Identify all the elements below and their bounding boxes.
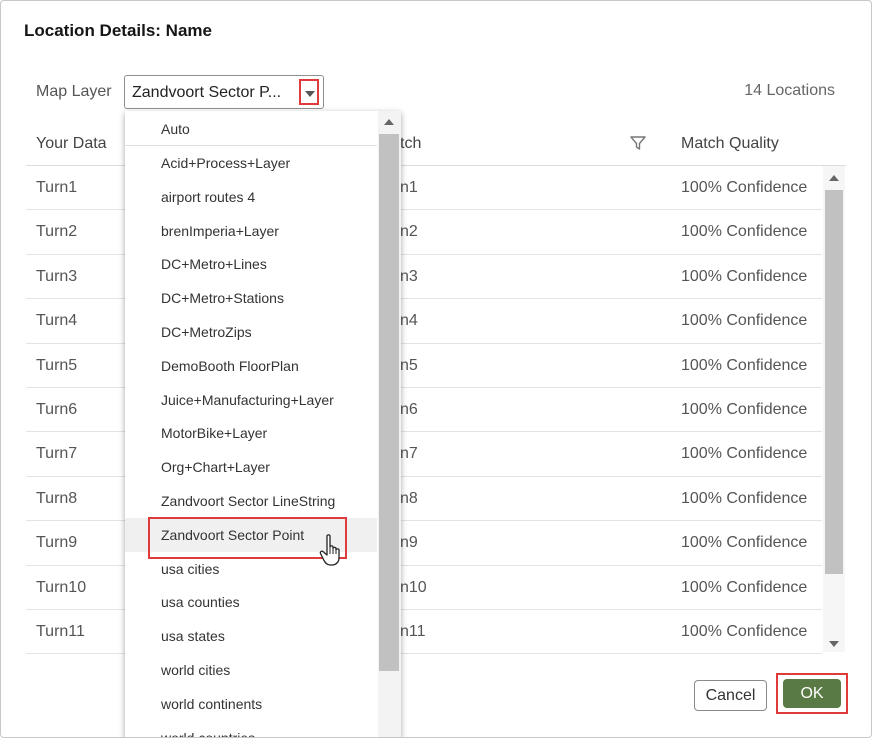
cell-match: n1 [400, 179, 418, 196]
cell-match: n11 [400, 622, 426, 640]
dropdown-option-label: usa states [161, 628, 225, 645]
location-details-dialog: Location Details: Name Map Layer Zandvoo… [0, 0, 872, 738]
dropdown-option[interactable]: world countries [125, 721, 377, 738]
filter-icon[interactable] [630, 135, 646, 151]
cell-your-data: Turn9 [36, 534, 78, 552]
cell-match-quality: 100% Confidence [681, 312, 808, 330]
dropdown-option-label: world cities [161, 661, 231, 678]
cell-your-data: Turn7 [36, 445, 78, 463]
dropdown-option[interactable]: Org+Chart+Layer [125, 450, 377, 484]
cell-match-quality: 100% Confidence [681, 179, 808, 196]
dropdown-option-label: DemoBooth FloorPlan [161, 357, 299, 374]
cell-match: n7 [400, 445, 418, 463]
cell-your-data: Turn8 [36, 489, 78, 507]
cell-match: n3 [400, 267, 418, 285]
cell-your-data: Turn6 [36, 400, 78, 418]
map-layer-value: Zandvoort Sector P... [132, 84, 282, 101]
cell-your-data: Turn3 [36, 267, 78, 285]
map-layer-dropdown: Auto Acid+Process+Layer airport routes 4 br… [125, 111, 401, 738]
dropdown-option[interactable]: DC+MetroZips [125, 315, 377, 349]
ok-button[interactable]: OK [783, 679, 841, 708]
dropdown-option[interactable]: brenImperia+Layer [125, 214, 377, 248]
dropdown-option-label: Auto [161, 121, 190, 137]
dropdown-option[interactable]: usa counties [125, 585, 377, 619]
cell-match-quality: 100% Confidence [681, 267, 808, 285]
dropdown-option-label: usa cities [161, 560, 220, 577]
dropdown-option-label: world countries [161, 729, 256, 738]
hand-pointer-icon [319, 534, 340, 566]
dropdown-option-label: MotorBike+Layer [161, 425, 268, 442]
dropdown-option-label: usa counties [161, 594, 240, 611]
scrollbar-thumb[interactable] [379, 134, 399, 671]
dropdown-option-label: world continents [161, 695, 263, 712]
dropdown-option-label: Zandvoort Sector LineString [161, 492, 336, 509]
cell-your-data: Turn10 [36, 578, 87, 596]
dropdown-option-label: Org+Chart+Layer [161, 459, 270, 476]
cell-match-quality: 100% Confidence [681, 534, 808, 552]
scrollbar-thumb[interactable] [825, 190, 843, 574]
cell-match: n8 [400, 489, 418, 507]
cell-your-data: Turn11 [36, 622, 85, 640]
column-match-quality[interactable]: Match Quality [681, 135, 779, 153]
cell-match: n9 [400, 534, 418, 552]
cell-match-quality: 100% Confidence [681, 400, 808, 418]
dropdown-option-label: Acid+Process+Layer [161, 155, 291, 171]
cell-your-data: Turn1 [36, 179, 78, 196]
dropdown-option-label: brenImperia+Layer [161, 222, 279, 239]
locations-count: 14 Locations [744, 82, 835, 99]
cell-match: n10 [400, 578, 427, 596]
dropdown-option[interactable]: DC+Metro+Stations [125, 281, 377, 315]
dropdown-option[interactable]: world continents [125, 687, 377, 721]
dropdown-option-label: DC+Metro+Lines [161, 256, 267, 273]
cell-match: n4 [400, 312, 418, 330]
dropdown-option-label: Juice+Manufacturing+Layer [161, 391, 334, 408]
cell-match: n6 [400, 400, 418, 418]
cell-match-quality: 100% Confidence [681, 622, 808, 640]
cell-match-quality: 100% Confidence [681, 356, 808, 374]
cancel-button[interactable]: Cancel [694, 680, 767, 711]
scroll-down-icon[interactable] [829, 641, 839, 647]
dropdown-list: Auto Acid+Process+Layer airport routes 4 br… [125, 111, 377, 738]
chevron-down-icon[interactable] [299, 79, 319, 105]
dropdown-option[interactable]: MotorBike+Layer [125, 416, 377, 450]
dropdown-option[interactable]: Zandvoort Sector LineString [125, 484, 377, 518]
dropdown-option-label: DC+Metro+Stations [161, 290, 284, 307]
dropdown-option[interactable]: DC+Metro+Lines [125, 247, 377, 281]
dropdown-option[interactable]: usa states [125, 619, 377, 653]
column-match[interactable]: tch [400, 135, 421, 153]
grid-scrollbar[interactable] [823, 166, 845, 652]
dropdown-option[interactable]: DemoBooth FloorPlan [125, 349, 377, 383]
cell-your-data: Turn5 [36, 356, 78, 374]
dropdown-option-label: airport routes 4 [161, 188, 256, 205]
cell-your-data: Turn2 [36, 223, 78, 241]
column-your-data[interactable]: Your Data [36, 135, 107, 153]
cell-match-quality: 100% Confidence [681, 489, 808, 507]
map-layer-select[interactable]: Zandvoort Sector P... [124, 75, 324, 109]
dropdown-option-label: DC+MetroZips [161, 323, 252, 340]
cell-match: n2 [400, 223, 418, 241]
scroll-up-icon[interactable] [384, 119, 394, 125]
dropdown-option[interactable]: Juice+Manufacturing+Layer [125, 383, 377, 417]
dropdown-option[interactable]: world cities [125, 653, 377, 687]
map-layer-label: Map Layer [36, 83, 112, 100]
cell-match-quality: 100% Confidence [681, 223, 808, 241]
dropdown-scrollbar[interactable] [378, 111, 401, 737]
scroll-up-icon[interactable] [829, 175, 839, 181]
cell-match: n5 [400, 356, 418, 374]
dropdown-option[interactable]: Acid+Process+Layer [125, 146, 377, 180]
cell-match-quality: 100% Confidence [681, 578, 808, 596]
dialog-title: Location Details: Name [24, 21, 212, 40]
cell-your-data: Turn4 [36, 312, 78, 330]
cell-match-quality: 100% Confidence [681, 445, 808, 463]
dropdown-option[interactable]: Auto [125, 111, 377, 146]
dropdown-option[interactable]: airport routes 4 [125, 180, 377, 214]
ok-highlight-box: OK [776, 673, 848, 714]
